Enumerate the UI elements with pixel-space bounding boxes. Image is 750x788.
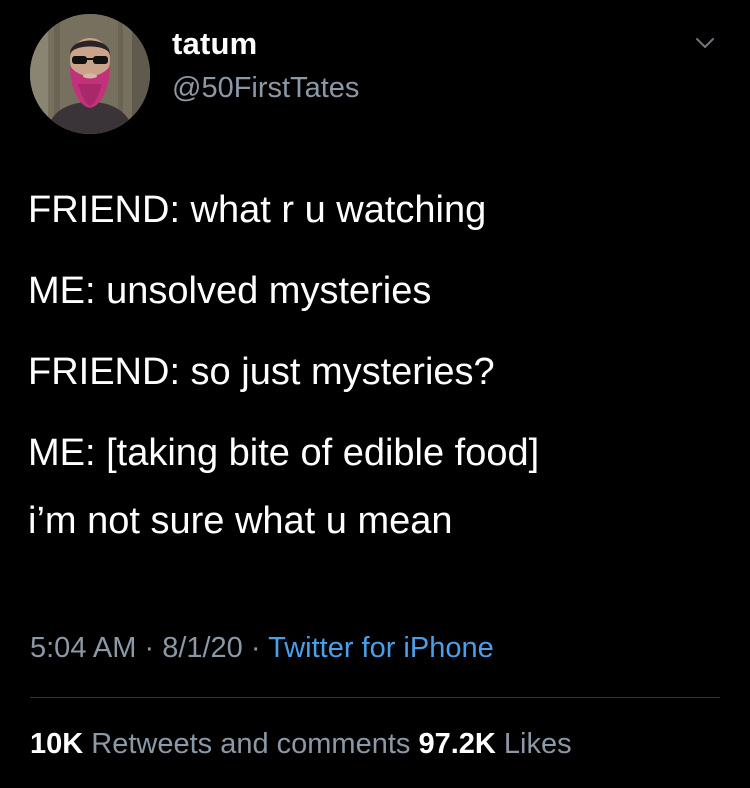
likes-count: 97.2K <box>418 728 496 760</box>
retweets-label: Retweets and comments <box>83 728 419 760</box>
tweet-source-link[interactable]: Twitter for iPhone <box>268 632 494 664</box>
tweet-line: ME: unsolved mysteries <box>28 270 432 312</box>
divider <box>30 697 720 698</box>
tweet-line: FRIEND: so just mysteries? <box>28 351 495 393</box>
likes-stat[interactable]: 97.2K Likes <box>418 728 571 760</box>
retweets-stat[interactable]: 10K Retweets and comments <box>30 728 418 760</box>
tweet-line: ME: [taking bite of edible food] <box>28 432 540 474</box>
display-name[interactable]: tatum <box>172 26 257 62</box>
likes-label: Likes <box>495 728 572 760</box>
retweets-count: 10K <box>30 728 84 760</box>
chevron-down-icon[interactable] <box>688 30 722 56</box>
tweet-text: FRIEND: what r u watching ME: unsolved m… <box>28 190 728 582</box>
tweet-date[interactable]: 8/1/20 <box>162 632 243 664</box>
user-handle[interactable]: @50FirstTates <box>172 72 359 105</box>
meta-separator: · <box>242 632 269 664</box>
meta-separator: · <box>136 632 163 664</box>
tweet-meta: 5:04 AM · 8/1/20 · Twitter for iPhone <box>30 632 494 665</box>
tweet-line: i’m not sure what u mean <box>28 500 453 542</box>
bearded-man-avatar-icon <box>30 14 150 134</box>
tweet-line: FRIEND: what r u watching <box>28 189 487 231</box>
tweet-time[interactable]: 5:04 AM <box>30 632 136 664</box>
tweet-stats: 10K Retweets and comments 97.2K Likes <box>30 728 572 761</box>
tweet-card: tatum @50FirstTates FRIEND: what r u wat… <box>0 0 750 788</box>
avatar[interactable] <box>30 14 150 134</box>
